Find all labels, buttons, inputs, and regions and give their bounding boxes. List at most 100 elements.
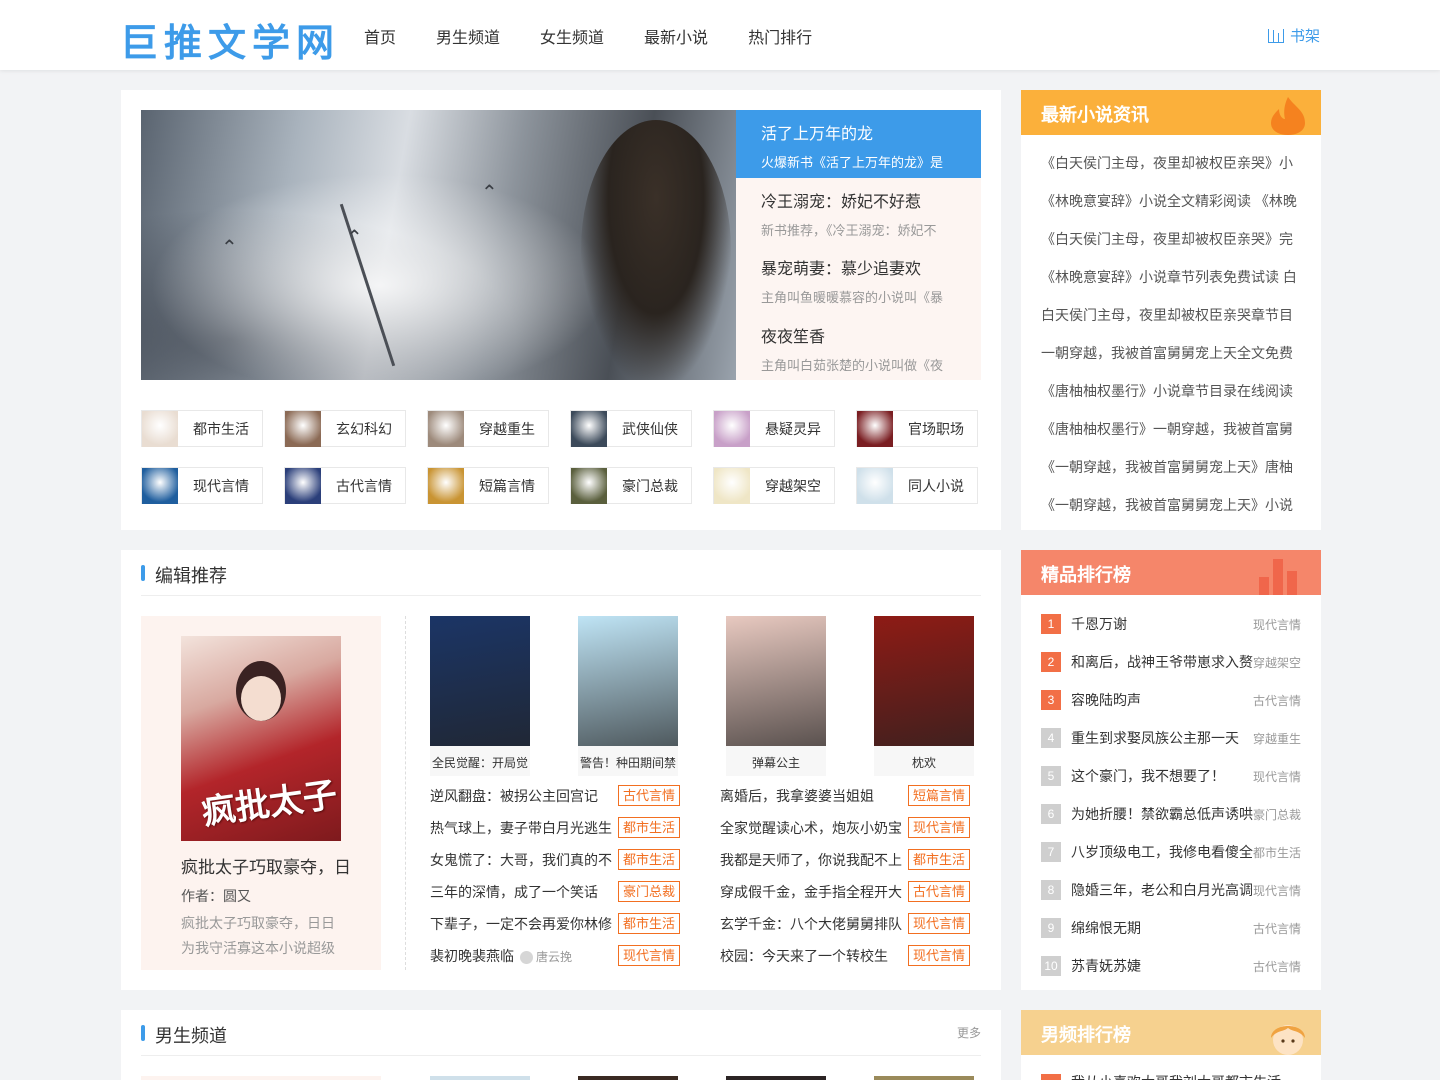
ranking-item[interactable]: 10 苏青妩苏婕 古代言情 bbox=[1041, 955, 1301, 976]
slide-item[interactable]: 暴宠萌妻：慕少追妻欢 主角叫鱼暖暖慕容的小说叫《暴 bbox=[736, 245, 981, 313]
book-row-title[interactable]: 玄学千金：八个大佬舅舅排队 bbox=[720, 914, 902, 934]
rank-number-badge: 4 bbox=[1041, 728, 1061, 748]
book-row-title[interactable]: 三年的深情，成了一个笑话 bbox=[430, 882, 598, 902]
bookshelf-button[interactable]: 书架 bbox=[1267, 25, 1320, 46]
nav-female-channel[interactable]: 女生频道 bbox=[540, 24, 604, 48]
category-label: 武侠仙侠 bbox=[622, 420, 678, 437]
featured-book-cover[interactable]: 疯批太子 bbox=[181, 636, 341, 841]
book-row-title[interactable]: 裴初晚裴燕临 bbox=[430, 946, 514, 966]
genre-tag[interactable]: 都市生活 bbox=[618, 817, 681, 838]
nav-male-channel[interactable]: 男生频道 bbox=[436, 24, 500, 48]
genre-tag[interactable]: 现代言情 bbox=[908, 913, 971, 934]
featured-book-title[interactable]: 疯批太子巧取豪夺，日 bbox=[181, 853, 351, 878]
rank-number-badge: 1 bbox=[1041, 614, 1061, 634]
category-12[interactable]: 同人小说 bbox=[856, 467, 978, 504]
slide-item[interactable]: 冷王溺宠：娇妃不好惹 新书推荐，《冷王溺宠：娇妃不 bbox=[736, 178, 981, 246]
slide-item[interactable]: 活了上万年的龙 火爆新书《活了上万年的龙》是 bbox=[736, 110, 981, 178]
genre-tag[interactable]: 豪门总裁 bbox=[618, 881, 681, 902]
category-label: 穿越架空 bbox=[765, 477, 821, 494]
category-11[interactable]: 穿越架空 bbox=[713, 467, 835, 504]
nav-latest-novels[interactable]: 最新小说 bbox=[644, 24, 708, 48]
bird-icon: ⌃ bbox=[346, 227, 363, 249]
news-item[interactable]: 《唐柚柚权墨行》小说章节目录在线阅读 bbox=[1041, 381, 1301, 401]
book-row-title[interactable]: 我都是天师了，你说我配不上 bbox=[720, 850, 902, 870]
genre-tag[interactable]: 现代言情 bbox=[908, 817, 971, 838]
featured-book-desc-2: 为我守活寡这本小说超级 bbox=[181, 940, 335, 956]
male-channel-title: 男生频道 bbox=[141, 1022, 227, 1048]
book-row-title[interactable]: 逆风翻盘：被拐公主回宫记 bbox=[430, 786, 598, 806]
news-item[interactable]: 《白天侯门主母，夜里却被权臣亲哭》完 bbox=[1041, 229, 1301, 249]
flame-icon bbox=[1271, 97, 1305, 135]
news-item[interactable]: 白天侯门主母，夜里却被权臣亲哭章节目 bbox=[1041, 305, 1301, 325]
news-item[interactable]: 一朝穿越，我被首富舅舅宠上天全文免费 bbox=[1041, 343, 1301, 363]
rank-book-genre: 现代言情 bbox=[1252, 770, 1301, 784]
category-5[interactable]: 悬疑灵异 bbox=[713, 410, 835, 447]
book-title[interactable]: 全民觉醒：开局觉 bbox=[430, 754, 530, 771]
ranking-item[interactable]: 7 八岁顶级电工，我修电看傻全 都市生活 bbox=[1041, 841, 1301, 862]
book-row-title[interactable]: 女鬼慌了：大哥，我们真的不 bbox=[430, 850, 612, 870]
category-2[interactable]: 玄幻科幻 bbox=[284, 410, 406, 447]
rank-book-genre: 现代言情 bbox=[1252, 884, 1301, 898]
category-3[interactable]: 穿越重生 bbox=[427, 410, 549, 447]
genre-tag[interactable]: 都市生活 bbox=[618, 849, 681, 870]
category-1[interactable]: 都市生活 bbox=[141, 410, 263, 447]
nav-hot-ranking[interactable]: 热门排行 bbox=[748, 24, 812, 48]
news-title: 最新小说资讯 bbox=[1041, 105, 1149, 125]
category-10[interactable]: 豪门总裁 bbox=[570, 467, 692, 504]
ranking-item[interactable]: 2 和离后，战神王爷带崽求入赘 穿越架空 bbox=[1041, 651, 1301, 672]
category-9[interactable]: 短篇言情 bbox=[427, 467, 549, 504]
category-label: 短篇言情 bbox=[479, 477, 535, 494]
male-ranking-title: 男频排行榜 bbox=[1041, 1025, 1131, 1045]
category-thumbnail bbox=[714, 410, 750, 447]
featured-book-desc-1: 疯批太子巧取豪夺，日日 bbox=[181, 915, 335, 931]
news-item[interactable]: 《一朝穿越，我被首富舅舅宠上天》小说 bbox=[1041, 495, 1301, 515]
book-title[interactable]: 枕欢 bbox=[874, 754, 974, 771]
book-cover[interactable] bbox=[874, 616, 974, 746]
news-item[interactable]: 《一朝穿越，我被首富舅舅宠上天》唐柚 bbox=[1041, 457, 1301, 477]
nav-home[interactable]: 首页 bbox=[364, 24, 396, 48]
book-row-title[interactable]: 穿成假千金，金手指全程开大 bbox=[720, 882, 902, 902]
category-7[interactable]: 现代言情 bbox=[141, 467, 263, 504]
rank-book-title: 这个豪门，我不想要了！ bbox=[1071, 768, 1225, 784]
genre-tag[interactable]: 都市生活 bbox=[618, 913, 681, 934]
male-channel-more-link[interactable]: 更多 bbox=[957, 1024, 981, 1041]
book-cover[interactable] bbox=[726, 616, 826, 746]
news-item[interactable]: 《林晚意宴辞》小说章节列表免费试读 白 bbox=[1041, 267, 1301, 287]
news-header: 最新小说资讯 bbox=[1021, 90, 1321, 135]
site-logo[interactable]: 巨推文学网 bbox=[120, 12, 340, 67]
book-row-title[interactable]: 热气球上，妻子带白月光逃生 bbox=[430, 818, 612, 838]
category-8[interactable]: 古代言情 bbox=[284, 467, 406, 504]
genre-tag[interactable]: 古代言情 bbox=[618, 785, 681, 806]
genre-tag[interactable]: 短篇言情 bbox=[908, 785, 971, 806]
book-cover[interactable] bbox=[430, 616, 530, 746]
ranking-item[interactable]: 5 这个豪门，我不想要了！ 现代言情 bbox=[1041, 765, 1301, 786]
book-cover[interactable] bbox=[578, 616, 678, 746]
news-item[interactable]: 《林晚意宴辞》小说全文精彩阅读 《林晚 bbox=[1041, 191, 1301, 211]
book-row-title[interactable]: 离婚后，我拿婆婆当姐姐 bbox=[720, 786, 874, 806]
ranking-item[interactable]: 4 重生到求娶凤族公主那一天 穿越重生 bbox=[1041, 727, 1301, 748]
rank-book-title: 容晚陆昀声 bbox=[1071, 692, 1141, 708]
news-item[interactable]: 《白天侯门主母，夜里却被权臣亲哭》小 bbox=[1041, 153, 1301, 173]
genre-tag[interactable]: 现代言情 bbox=[908, 945, 971, 966]
book-row-title[interactable]: 全家觉醒读心术，炮灰小奶宝 bbox=[720, 818, 902, 838]
ranking-item[interactable]: 3 容晚陆昀声 古代言情 bbox=[1041, 689, 1301, 710]
genre-tag[interactable]: 都市生活 bbox=[908, 849, 971, 870]
genre-tag[interactable]: 古代言情 bbox=[908, 881, 971, 902]
genre-tag[interactable]: 现代言情 bbox=[618, 945, 681, 966]
book-row-title[interactable]: 校园：今天来了一个转校生 bbox=[720, 946, 888, 966]
ranking-item[interactable]: 9 绵绵恨无期 古代言情 bbox=[1041, 917, 1301, 938]
category-6[interactable]: 官场职场 bbox=[856, 410, 978, 447]
book-row-title[interactable]: 下辈子，一定不会再爱你林修 bbox=[430, 914, 612, 934]
category-4[interactable]: 武侠仙侠 bbox=[570, 410, 692, 447]
ranking-item[interactable]: 8 隐婚三年，老公和白月光高调 现代言情 bbox=[1041, 879, 1301, 900]
featured-book[interactable]: 疯批太子 疯批太子巧取豪夺，日 作者：圆又 疯批太子巧取豪夺，日日 为我守活寡这… bbox=[141, 616, 381, 970]
banner-image[interactable]: ⌃ ⌃ ⌃ bbox=[141, 110, 736, 380]
slide-item[interactable]: 夜夜笙香 主角叫白茹张楚的小说叫做《夜 bbox=[736, 313, 981, 381]
book-title[interactable]: 警告！种田期间禁 bbox=[578, 754, 678, 771]
category-label: 悬疑灵异 bbox=[765, 420, 821, 437]
ranking-item[interactable]: 1 千恩万谢 现代言情 bbox=[1041, 613, 1301, 634]
ranking-item[interactable]: 6 为她折腰！禁欲霸总低声诱哄 豪门总裁 bbox=[1041, 803, 1301, 824]
news-item[interactable]: 《唐柚柚权墨行》一朝穿越，我被首富舅 bbox=[1041, 419, 1301, 439]
book-title[interactable]: 弹幕公主 bbox=[726, 754, 826, 771]
category-thumbnail bbox=[285, 410, 321, 447]
